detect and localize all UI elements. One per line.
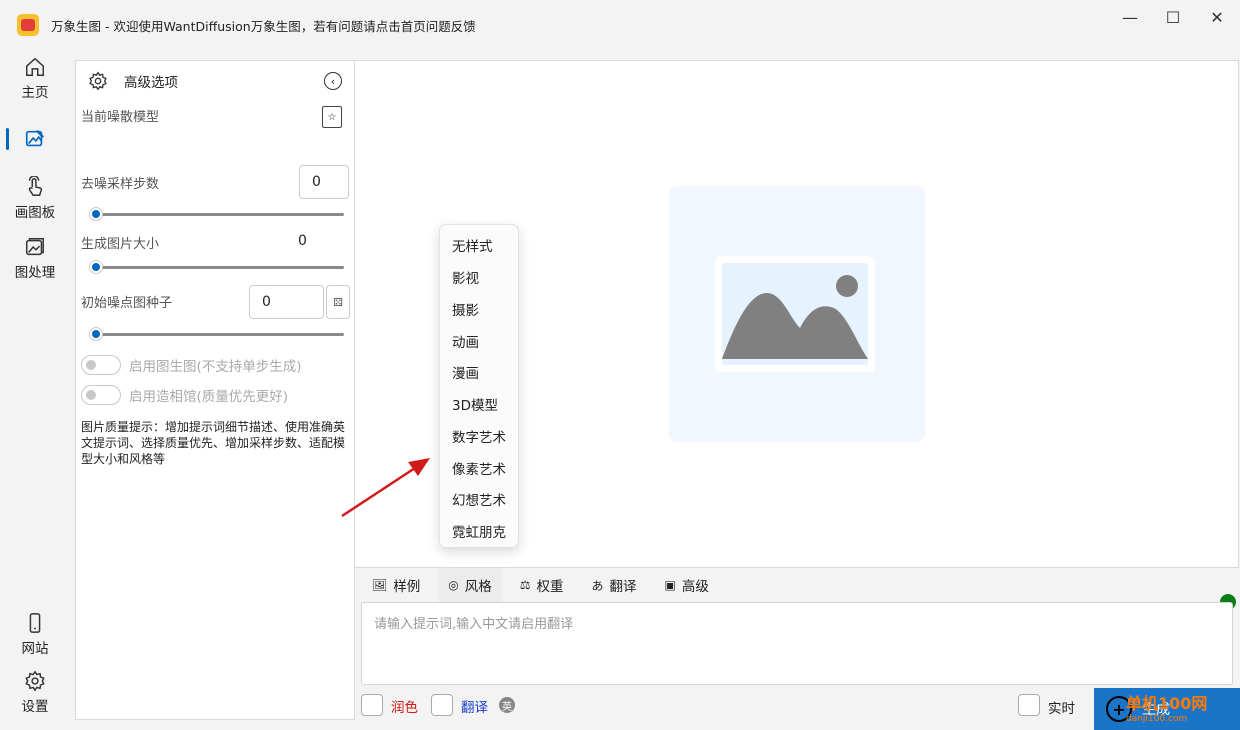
panel-header: 高级选项 ‹	[76, 61, 354, 101]
studio-toggle-row[interactable]: 启用造相馆(质量优先更好)	[81, 385, 288, 405]
generate-button[interactable]: + 生成	[1094, 688, 1240, 730]
studio-toggle[interactable]	[81, 385, 121, 405]
advanced-options-panel: 高级选项 ‹ 当前噪散模型 ☆ 去噪采样步数 0 生成图片大小 0 初始噪点图种…	[75, 60, 355, 720]
tab-translate[interactable]: あ 翻译	[581, 568, 646, 602]
touch-draw-icon	[28, 176, 43, 196]
translate-icon: あ	[591, 578, 604, 593]
nav-label-image-process: 图处理	[14, 265, 56, 281]
home-icon	[26, 57, 44, 76]
collapse-panel-button[interactable]: ‹	[324, 72, 342, 90]
nav-item-home[interactable]: 主页	[0, 56, 70, 101]
style-option[interactable]: 摄影	[452, 299, 479, 319]
image-process-icon	[26, 238, 44, 256]
nav-label-home: 主页	[21, 85, 49, 101]
phone-icon	[29, 613, 41, 633]
realtime-label: 实时	[1048, 701, 1075, 717]
style-option[interactable]: 像素艺术	[452, 458, 506, 478]
maximize-button[interactable]: ☐	[1151, 0, 1195, 34]
prompt-tabs: 🖼 样例 ◎ 风格 ⚖ 权重 あ 翻译 ▣ 高级	[362, 568, 727, 602]
generate-label: 生成	[1142, 702, 1170, 718]
image-placeholder	[669, 186, 925, 442]
tab-label: 权重	[536, 579, 564, 595]
quality-hint: 图片质量提示：增加提示词细节描述、使用准确英文提示词、选择质量优先、增加采样步数…	[81, 420, 346, 466]
placeholder-image-icon	[722, 263, 868, 365]
style-option[interactable]: 数字艺术	[452, 426, 506, 446]
english-badge: 英	[499, 697, 515, 713]
window-title: 万象生图 - 欢迎使用WantDiffusion万象生图，若有问题请点击首页问题…	[51, 18, 476, 34]
prompt-box	[361, 602, 1233, 685]
tab-label: 风格	[464, 579, 492, 595]
seed-input[interactable]: 0	[249, 285, 324, 319]
tab-label: 高级	[681, 579, 709, 595]
close-button[interactable]: ✕	[1195, 0, 1239, 34]
nav-item-website[interactable]: 网站	[0, 612, 70, 657]
tab-weight[interactable]: ⚖ 权重	[510, 568, 574, 602]
polish-label: 润色	[391, 700, 418, 716]
style-option[interactable]: 无样式	[452, 235, 493, 255]
model-label: 当前噪散模型	[81, 110, 160, 125]
gear-icon	[25, 670, 45, 692]
img2img-label: 启用图生图(不支持单步生成)	[129, 359, 302, 375]
steps-label: 去噪采样步数	[81, 177, 160, 192]
dice-icon: ⚄	[333, 295, 343, 309]
style-option[interactable]: 动画	[452, 331, 479, 351]
nav-item-drawing-board[interactable]: 画图板	[0, 176, 70, 221]
model-select-button[interactable]: ☆	[322, 106, 342, 128]
palette-icon: ◎	[448, 578, 459, 592]
gear-icon	[89, 71, 107, 91]
nav-label-settings: 设置	[21, 699, 49, 715]
chevron-left-icon: ‹	[330, 74, 336, 88]
size-label: 生成图片大小	[81, 237, 160, 252]
plus-icon: +	[1106, 696, 1132, 722]
realtime-checkbox[interactable]	[1018, 694, 1040, 716]
style-option[interactable]: 幻想艺术	[452, 489, 506, 509]
image-generate-icon	[25, 129, 45, 147]
polish-checkbox[interactable]	[361, 694, 383, 716]
nav-item-image-process[interactable]: 图处理	[0, 236, 70, 281]
tab-style[interactable]: ◎ 风格	[438, 568, 502, 602]
translate-label: 翻译	[461, 700, 488, 716]
app-logo-icon	[17, 14, 39, 36]
style-option[interactable]: 霓虹朋克	[452, 521, 506, 541]
advanced-icon: ▣	[664, 578, 676, 592]
translate-checkbox[interactable]	[431, 694, 453, 716]
tab-samples[interactable]: 🖼 样例	[362, 568, 430, 602]
scale-icon: ⚖	[519, 578, 531, 592]
seed-slider[interactable]	[89, 327, 344, 341]
sidebar-nav: 主页 画图板 图处理 网站 设置	[0, 50, 70, 730]
nav-label-drawing-board: 画图板	[14, 205, 56, 221]
tab-advanced[interactable]: ▣ 高级	[655, 568, 719, 602]
studio-label: 启用造相馆(质量优先更好)	[129, 389, 289, 405]
size-slider[interactable]	[89, 260, 344, 274]
style-dropdown-menu: 无样式 影视 摄影 动画 漫画 3D模型 数字艺术 像素艺术 幻想艺术 霓虹朋克	[439, 224, 519, 548]
style-option[interactable]: 漫画	[452, 362, 479, 382]
nav-item-settings[interactable]: 设置	[0, 670, 70, 715]
title-bar: 万象生图 - 欢迎使用WantDiffusion万象生图，若有问题请点击首页问题…	[0, 0, 1240, 50]
img2img-toggle[interactable]	[81, 355, 121, 375]
random-seed-button[interactable]: ⚄	[326, 285, 350, 319]
sample-icon: 🖼	[372, 578, 388, 592]
minimize-button[interactable]: —	[1108, 0, 1152, 34]
nav-item-generate[interactable]	[0, 128, 70, 153]
prompt-input[interactable]	[374, 613, 1220, 674]
star-book-icon: ☆	[327, 111, 337, 123]
style-option[interactable]: 3D模型	[452, 394, 498, 414]
slider-thumb[interactable]	[89, 260, 103, 274]
style-option[interactable]: 影视	[452, 267, 479, 287]
slider-thumb[interactable]	[89, 327, 103, 341]
nav-label-website: 网站	[21, 641, 49, 657]
seed-label: 初始噪点图种子	[81, 296, 173, 311]
tab-label: 样例	[393, 579, 421, 595]
panel-title: 高级选项	[124, 75, 178, 91]
steps-input[interactable]: 0	[299, 165, 349, 199]
img2img-toggle-row[interactable]: 启用图生图(不支持单步生成)	[81, 355, 302, 375]
steps-slider[interactable]	[89, 207, 344, 221]
tab-label: 翻译	[609, 579, 637, 595]
size-value: 0	[298, 233, 307, 249]
slider-thumb[interactable]	[89, 207, 103, 221]
annotation-arrow-icon	[341, 458, 430, 518]
